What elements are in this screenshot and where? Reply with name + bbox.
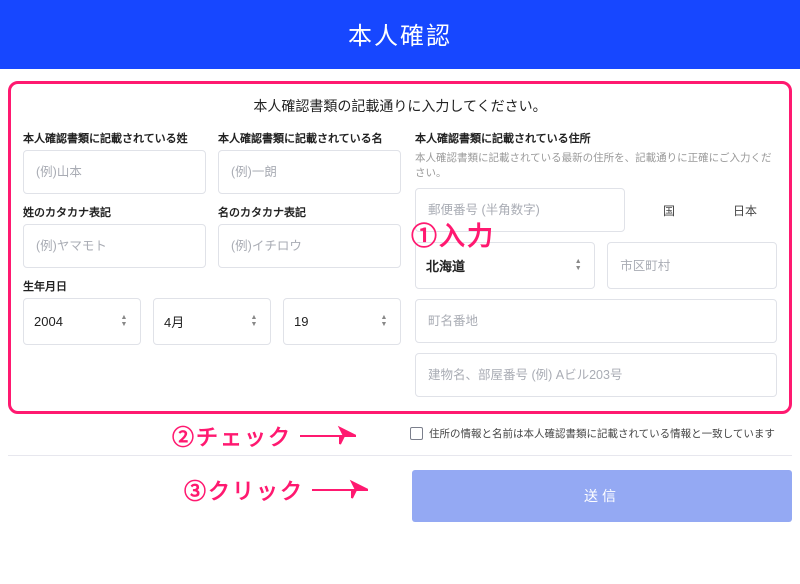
first-name-label: 本人確認書類に記載されている名 [218, 130, 401, 146]
address-note: 本人確認書類に記載されている最新の住所を、記載通りに正確にご入力ください。 [415, 150, 777, 180]
right-column: 本人確認書類に記載されている住所 本人確認書類に記載されている最新の住所を、記載… [415, 130, 777, 397]
last-name-input[interactable] [23, 150, 206, 194]
dob-month-value: 4月 [164, 312, 248, 331]
city-input[interactable] [607, 242, 777, 289]
country-value: 日本 [713, 202, 777, 219]
submit-button[interactable]: 送信 [412, 470, 792, 522]
stepper-icon: ▲▼ [248, 315, 260, 328]
address-label: 本人確認書類に記載されている住所 [415, 130, 777, 146]
first-kana-label: 名のカタカナ表記 [218, 204, 401, 220]
page-header: 本人確認 [0, 0, 800, 69]
country-label: 国 [637, 202, 701, 219]
page-title: 本人確認 [348, 23, 452, 50]
form-columns: 本人確認書類に記載されている姓 本人確認書類に記載されている名 姓のカタカナ表記… [23, 130, 777, 397]
dob-year-value: 2004 [34, 314, 118, 329]
instruction-text: 本人確認書類の記載通りに入力してください。 [23, 96, 777, 116]
last-kana-label: 姓のカタカナ表記 [23, 204, 206, 220]
first-kana-input[interactable] [218, 224, 401, 268]
form-box: 本人確認書類の記載通りに入力してください。 本人確認書類に記載されている姓 本人… [8, 81, 792, 414]
first-name-input[interactable] [218, 150, 401, 194]
stepper-icon: ▲▼ [378, 315, 390, 328]
last-name-label: 本人確認書類に記載されている姓 [23, 130, 206, 146]
confirm-label: 住所の情報と名前は本人確認書類に記載されている情報と一致しています [429, 426, 775, 441]
last-kana-input[interactable] [23, 224, 206, 268]
building-input[interactable] [415, 353, 777, 397]
dob-day-select[interactable]: 19 ▲▼ [283, 298, 401, 345]
dob-label: 生年月日 [23, 278, 401, 294]
street-input[interactable] [415, 299, 777, 343]
dob-day-value: 19 [294, 314, 378, 329]
stepper-icon: ▲▼ [118, 315, 130, 328]
prefecture-select[interactable]: 北海道 ▲▼ [415, 242, 595, 289]
confirm-checkbox[interactable] [410, 427, 423, 440]
left-column: 本人確認書類に記載されている姓 本人確認書類に記載されている名 姓のカタカナ表記… [23, 130, 401, 397]
postal-input[interactable] [415, 188, 625, 232]
stepper-icon: ▲▼ [572, 259, 584, 272]
confirm-row: 住所の情報と名前は本人確認書類に記載されている情報と一致しています [8, 424, 792, 456]
dob-year-select[interactable]: 2004 ▲▼ [23, 298, 141, 345]
prefecture-value: 北海道 [426, 256, 572, 275]
dob-month-select[interactable]: 4月 ▲▼ [153, 298, 271, 345]
lower-area: 住所の情報と名前は本人確認書類に記載されている情報と一致しています 送信 ②チェ… [8, 424, 792, 522]
